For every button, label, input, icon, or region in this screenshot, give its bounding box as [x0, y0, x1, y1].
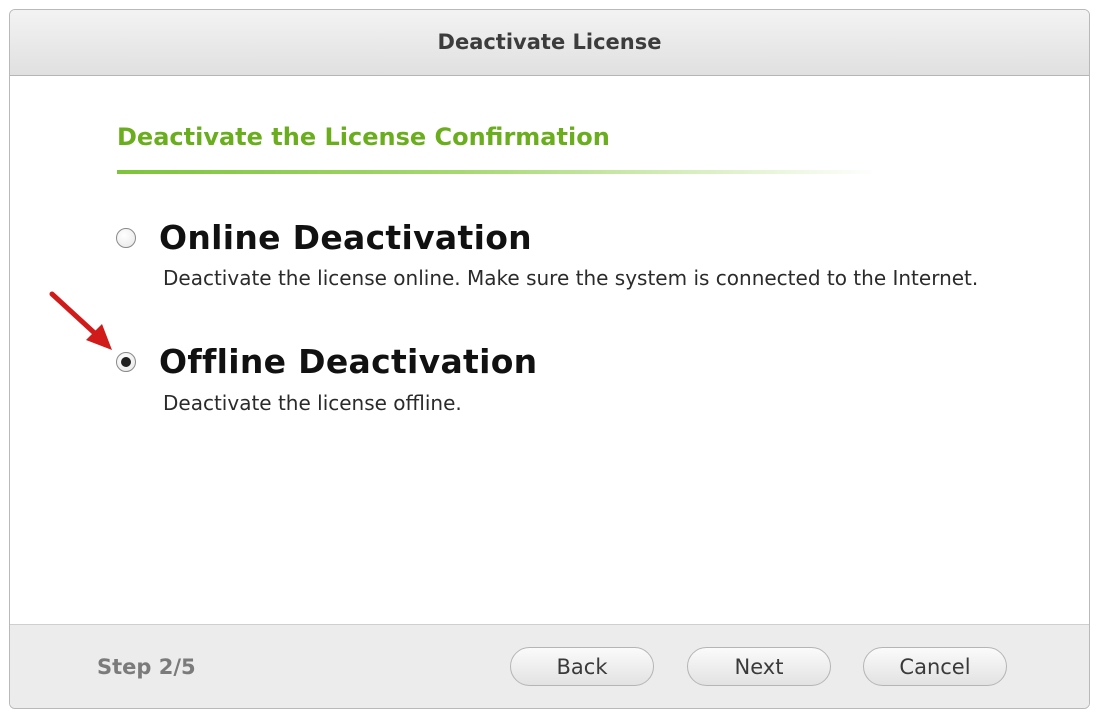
offline-deactivation-radio[interactable] [116, 351, 136, 372]
online-deactivation-label[interactable]: Online Deactivation [159, 218, 532, 257]
cancel-button[interactable]: Cancel [863, 647, 1007, 686]
online-deactivation-description: Deactivate the license online. Make sure… [163, 266, 979, 290]
radio-selected-dot [121, 356, 131, 367]
deactivate-license-dialog: Deactivate License Deactivate the Licens… [9, 9, 1090, 709]
dialog-footer: Step 2/5 Back Next Cancel [10, 624, 1089, 708]
online-deactivation-option[interactable]: Online Deactivation [116, 218, 532, 257]
step-indicator: Step 2/5 [97, 655, 196, 679]
dialog-title: Deactivate License [437, 29, 662, 54]
red-arrow-icon [49, 291, 112, 350]
next-button[interactable]: Next [687, 647, 831, 686]
offline-deactivation-label[interactable]: Offline Deactivation [159, 342, 537, 381]
heading-underline [117, 170, 877, 174]
offline-deactivation-description: Deactivate the license offline. [163, 391, 462, 415]
dialog-titlebar: Deactivate License [10, 10, 1089, 76]
section-heading: Deactivate the License Confirmation [117, 123, 610, 151]
offline-deactivation-option[interactable]: Offline Deactivation [116, 342, 537, 381]
back-button[interactable]: Back [510, 647, 654, 686]
online-deactivation-radio[interactable] [116, 227, 136, 248]
